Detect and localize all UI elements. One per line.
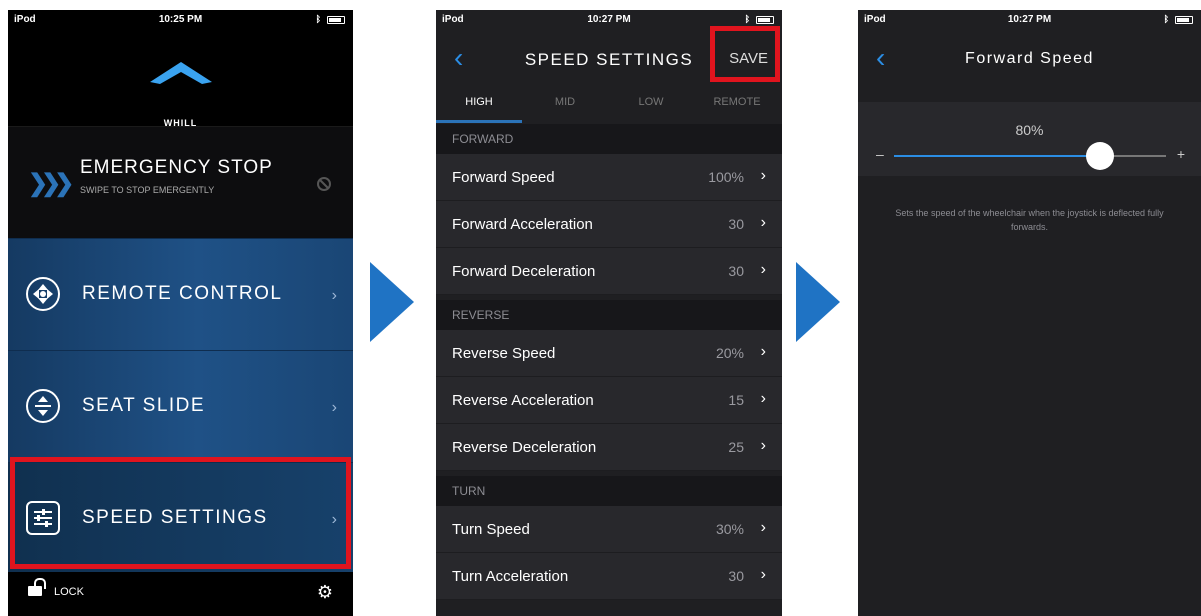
battery-icon [756, 16, 774, 24]
page-title: Forward Speed [965, 50, 1094, 67]
bluetooth-icon: ᛒ [744, 14, 750, 24]
stop-icon [317, 177, 331, 191]
setting-row-reverse-speed[interactable]: Reverse Speed 20% › [436, 330, 782, 377]
speed-slider-panel: 80% – + [858, 102, 1201, 176]
whill-logo-icon [149, 62, 212, 84]
highlight-box [710, 26, 780, 82]
bluetooth-icon: ᛒ [315, 14, 321, 24]
forward-speed-screen: iPod 10:27 PM ᛒ ‹ Forward Speed 80% – + … [858, 10, 1201, 616]
setting-row-reverse-acceleration[interactable]: Reverse Acceleration 15 › [436, 377, 782, 424]
home-screen: iPod 10:25 PM ᛒ WHILL ❯❯❯ EMERGENCY STOP… [8, 10, 353, 616]
remote-control-glyph [33, 284, 53, 304]
menu-item-label: SEAT SLIDE [82, 395, 206, 416]
status-time: 10:25 PM [158, 14, 203, 25]
setting-row-turn-speed[interactable]: Turn Speed 30% › [436, 506, 782, 553]
slider-value-label: 80% [1015, 122, 1044, 138]
highlight-box [10, 457, 351, 569]
setting-description: Sets the speed of the wheelchair when th… [895, 208, 1164, 232]
setting-row-turn-acceleration[interactable]: Turn Acceleration 30 › [436, 553, 782, 600]
swipe-arrows-icon: ❯❯❯ [28, 170, 74, 197]
chevron-right-icon: › [760, 519, 766, 536]
status-time: 10:27 PM [587, 14, 631, 25]
setting-value: 25 [728, 439, 744, 455]
emergency-stop-subtitle: SWIPE TO STOP EMERGENTLY [80, 185, 215, 195]
tab-low[interactable]: LOW [608, 96, 694, 108]
section-header-forward: FORWARD [436, 124, 782, 154]
chevron-right-icon: › [760, 214, 766, 231]
setting-label: Reverse Speed [452, 345, 556, 362]
setting-label: Turn Speed [452, 521, 530, 538]
flow-arrow-icon [370, 262, 414, 342]
chevron-right-icon: › [760, 261, 766, 278]
setting-row-forward-acceleration[interactable]: Forward Acceleration 30 › [436, 201, 782, 248]
setting-label: Forward Acceleration [452, 216, 593, 233]
setting-row-forward-speed[interactable]: Forward Speed 100% › [436, 154, 782, 201]
slider-min-label: – [876, 146, 884, 162]
setting-value: 30 [728, 216, 744, 232]
menu-item-remote-control[interactable]: REMOTE CONTROL › [8, 238, 353, 350]
tab-remote[interactable]: REMOTE [694, 96, 780, 108]
setting-value: 30 [728, 263, 744, 279]
chevron-right-icon: › [331, 287, 337, 304]
chevron-right-icon: › [331, 399, 337, 416]
remote-control-icon [26, 277, 60, 311]
section-header-reverse: REVERSE [436, 300, 782, 330]
tab-high[interactable]: HIGH [436, 96, 522, 108]
bluetooth-icon: ᛒ [1163, 14, 1169, 24]
seat-slide-icon [26, 389, 60, 423]
setting-value: 30% [715, 521, 744, 537]
section-header-turn: TURN [436, 476, 782, 506]
lock-icon[interactable] [28, 578, 46, 596]
chevron-right-icon: › [760, 167, 766, 184]
slider-max-label: + [1176, 146, 1185, 162]
tab-mid[interactable]: MID [522, 96, 608, 108]
menu-item-seat-slide[interactable]: SEAT SLIDE › [8, 350, 353, 462]
setting-label: Forward Speed [452, 169, 555, 186]
active-tab-indicator [436, 120, 522, 123]
setting-value: 30 [728, 568, 744, 584]
chevron-right-icon: › [760, 566, 766, 583]
battery-icon [327, 16, 345, 24]
status-time: 10:27 PM [1007, 14, 1052, 25]
setting-label: Reverse Acceleration [452, 392, 594, 409]
status-bar: iPod 10:25 PM ᛒ [8, 10, 353, 30]
slider-thumb[interactable] [1086, 142, 1114, 170]
bottom-bar: LOCK ⚙ [8, 572, 353, 616]
seat-slide-glyph [35, 396, 51, 416]
lock-label[interactable]: LOCK [54, 586, 84, 598]
speed-mode-tabs: HIGH MID LOW REMOTE [436, 86, 782, 124]
setting-value: 20% [715, 345, 744, 361]
emergency-stop-slider[interactable]: ❯❯❯ EMERGENCY STOP SWIPE TO STOP EMERGEN… [8, 126, 353, 238]
brand-header: WHILL [8, 30, 353, 128]
navigation-bar: ‹ Forward Speed [858, 30, 1201, 86]
gear-icon[interactable]: ⚙ [317, 582, 333, 603]
setting-value: 15 [728, 392, 744, 408]
speed-settings-screen: iPod 10:27 PM ᛒ ‹ SPEED SETTINGS SAVE HI… [436, 10, 782, 616]
setting-label: Forward Deceleration [452, 263, 596, 280]
setting-label: Turn Acceleration [452, 568, 569, 585]
chevron-right-icon: › [760, 343, 766, 360]
chevron-right-icon: › [760, 437, 766, 454]
setting-label: Reverse Deceleration [452, 439, 597, 456]
emergency-stop-title: EMERGENCY STOP [80, 157, 273, 178]
setting-row-forward-deceleration[interactable]: Forward Deceleration 30 › [436, 248, 782, 295]
setting-row-reverse-deceleration[interactable]: Reverse Deceleration 25 › [436, 424, 782, 471]
slider-track-filled[interactable] [894, 155, 1100, 157]
setting-value: 100% [708, 169, 744, 185]
flow-arrow-icon [796, 262, 840, 342]
menu-item-label: REMOTE CONTROL [82, 283, 283, 304]
status-bar: iPod 10:27 PM ᛒ [858, 10, 1201, 30]
chevron-right-icon: › [760, 390, 766, 407]
battery-icon [1175, 16, 1193, 24]
